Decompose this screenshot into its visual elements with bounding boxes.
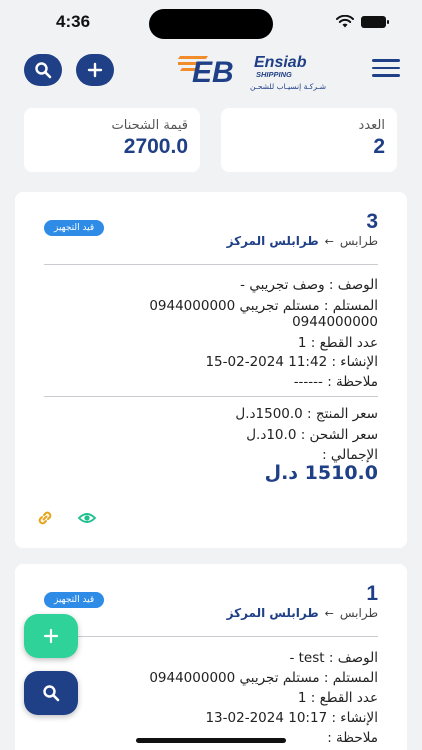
shipment-card[interactable]: 3 طرابس ← طرابلس المركز قيد التجهيز الوص…: [15, 192, 407, 548]
count-label: العدد: [358, 118, 385, 133]
add-shipment-button[interactable]: [76, 54, 114, 86]
plus-icon: [87, 62, 103, 78]
svg-text:SHIPPING: SHIPPING: [256, 70, 292, 79]
receiver-phone: 0944000000: [292, 314, 378, 330]
status-bar: 4:36: [0, 0, 422, 46]
ensiab-logo: EB Ensiab SHIPPING شـركـة إنسيـاب للشحـن: [178, 54, 326, 91]
origin-city: طرابس: [339, 234, 378, 248]
floating-add-button[interactable]: [24, 614, 78, 658]
shipment-number: 1: [366, 582, 378, 605]
shipments-value-card: قيمة الشحنات 2700.0: [24, 108, 200, 172]
arrow-left-icon: ←: [324, 606, 334, 620]
menu-icon: [372, 59, 400, 62]
shipment-route: طرابس ← طرابلس المركز: [227, 606, 378, 620]
shipment-number: 3: [366, 210, 378, 233]
battery-icon: [361, 15, 389, 28]
header: EB Ensiab SHIPPING شـركـة إنسيـاب للشحـن: [0, 50, 422, 91]
status-badge: قيد التجهيز: [44, 592, 105, 608]
shipping-price: سعر الشحن : 10.0د.ل: [246, 427, 378, 443]
count-card: العدد 2: [221, 108, 397, 172]
divider: [44, 396, 378, 397]
link-icon[interactable]: [35, 508, 55, 528]
card-actions: [35, 508, 97, 528]
plus-icon: [43, 628, 59, 644]
divider: [44, 264, 378, 265]
destination-city: طرابلس المركز: [226, 606, 319, 620]
count-value: 2: [373, 135, 385, 158]
svg-text:Ensiab: Ensiab: [254, 54, 307, 71]
home-indicator: [136, 738, 286, 743]
shipments-value-label: قيمة الشحنات: [111, 118, 188, 133]
wifi-icon: [336, 15, 354, 28]
search-button[interactable]: [24, 54, 62, 86]
svg-text:EB: EB: [192, 56, 234, 89]
divider: [44, 636, 378, 637]
svg-text:شـركـة إنسيـاب للشحـن: شـركـة إنسيـاب للشحـن: [250, 82, 326, 91]
product-price: سعر المنتج : 1500.0د.ل: [235, 406, 378, 422]
pieces: عدد القطع : 1: [297, 335, 378, 351]
search-icon: [35, 62, 52, 79]
created-at: الإنشاء : 11:42 2024-02-15: [205, 354, 378, 370]
eye-icon[interactable]: [77, 508, 97, 528]
shipments-value: 2700.0: [123, 135, 188, 158]
shipment-route: طرابس ← طرابلس المركز: [227, 234, 378, 248]
shipment-card[interactable]: 1 طرابس ← طرابلس المركز قيد التجهيز الوص…: [15, 564, 407, 750]
floating-search-button[interactable]: [24, 671, 78, 715]
description: الوصف : test -: [289, 650, 378, 666]
created-at: الإنشاء : 10:17 2024-02-13: [205, 710, 378, 726]
note: ملاحظة :: [327, 730, 378, 746]
search-icon: [43, 685, 60, 702]
destination-city: طرابلس المركز: [226, 234, 319, 248]
status-badge: قيد التجهيز: [44, 220, 105, 236]
receiver: المستلم : مستلم تجريبي 0944000000: [149, 670, 378, 686]
description: الوصف : وصف تجريبي -: [240, 277, 378, 293]
menu-button[interactable]: [372, 59, 400, 81]
status-icons: [336, 15, 389, 28]
status-time: 4:36: [56, 12, 91, 31]
origin-city: طرابس: [339, 606, 378, 620]
note: ملاحظة : ------: [293, 374, 378, 390]
pieces: عدد القطع : 1: [297, 690, 378, 706]
total-price: 1510.0 د.ل: [264, 462, 378, 484]
dynamic-island: [149, 9, 273, 39]
arrow-left-icon: ←: [324, 234, 334, 248]
